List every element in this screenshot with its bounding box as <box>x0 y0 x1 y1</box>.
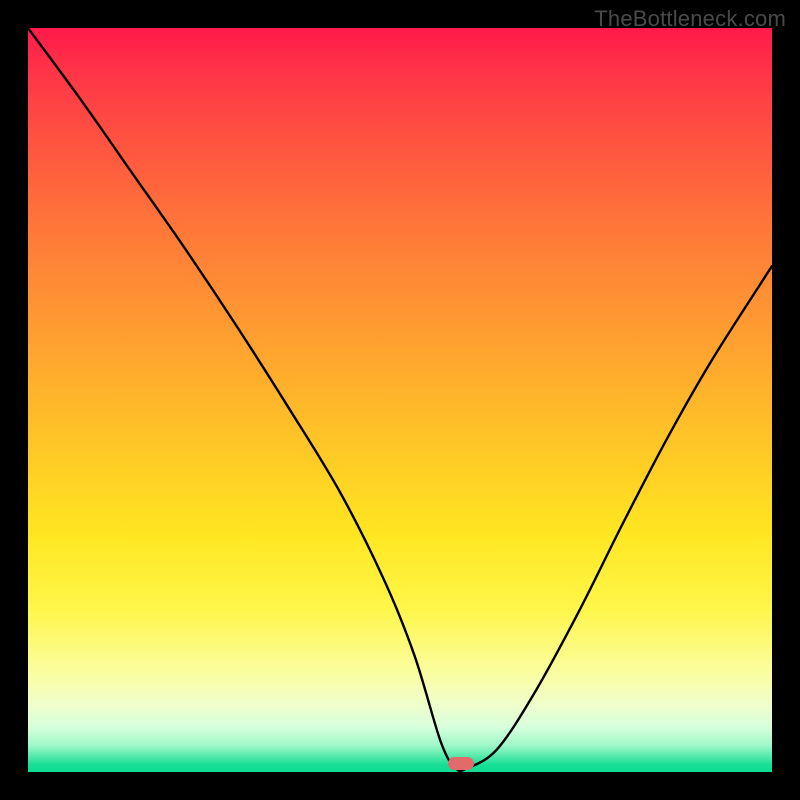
optimal-marker <box>448 757 474 770</box>
chart-frame: TheBottleneck.com <box>0 0 800 800</box>
bottleneck-curve <box>28 28 772 772</box>
plot-area <box>28 28 772 772</box>
watermark-text: TheBottleneck.com <box>594 6 786 32</box>
